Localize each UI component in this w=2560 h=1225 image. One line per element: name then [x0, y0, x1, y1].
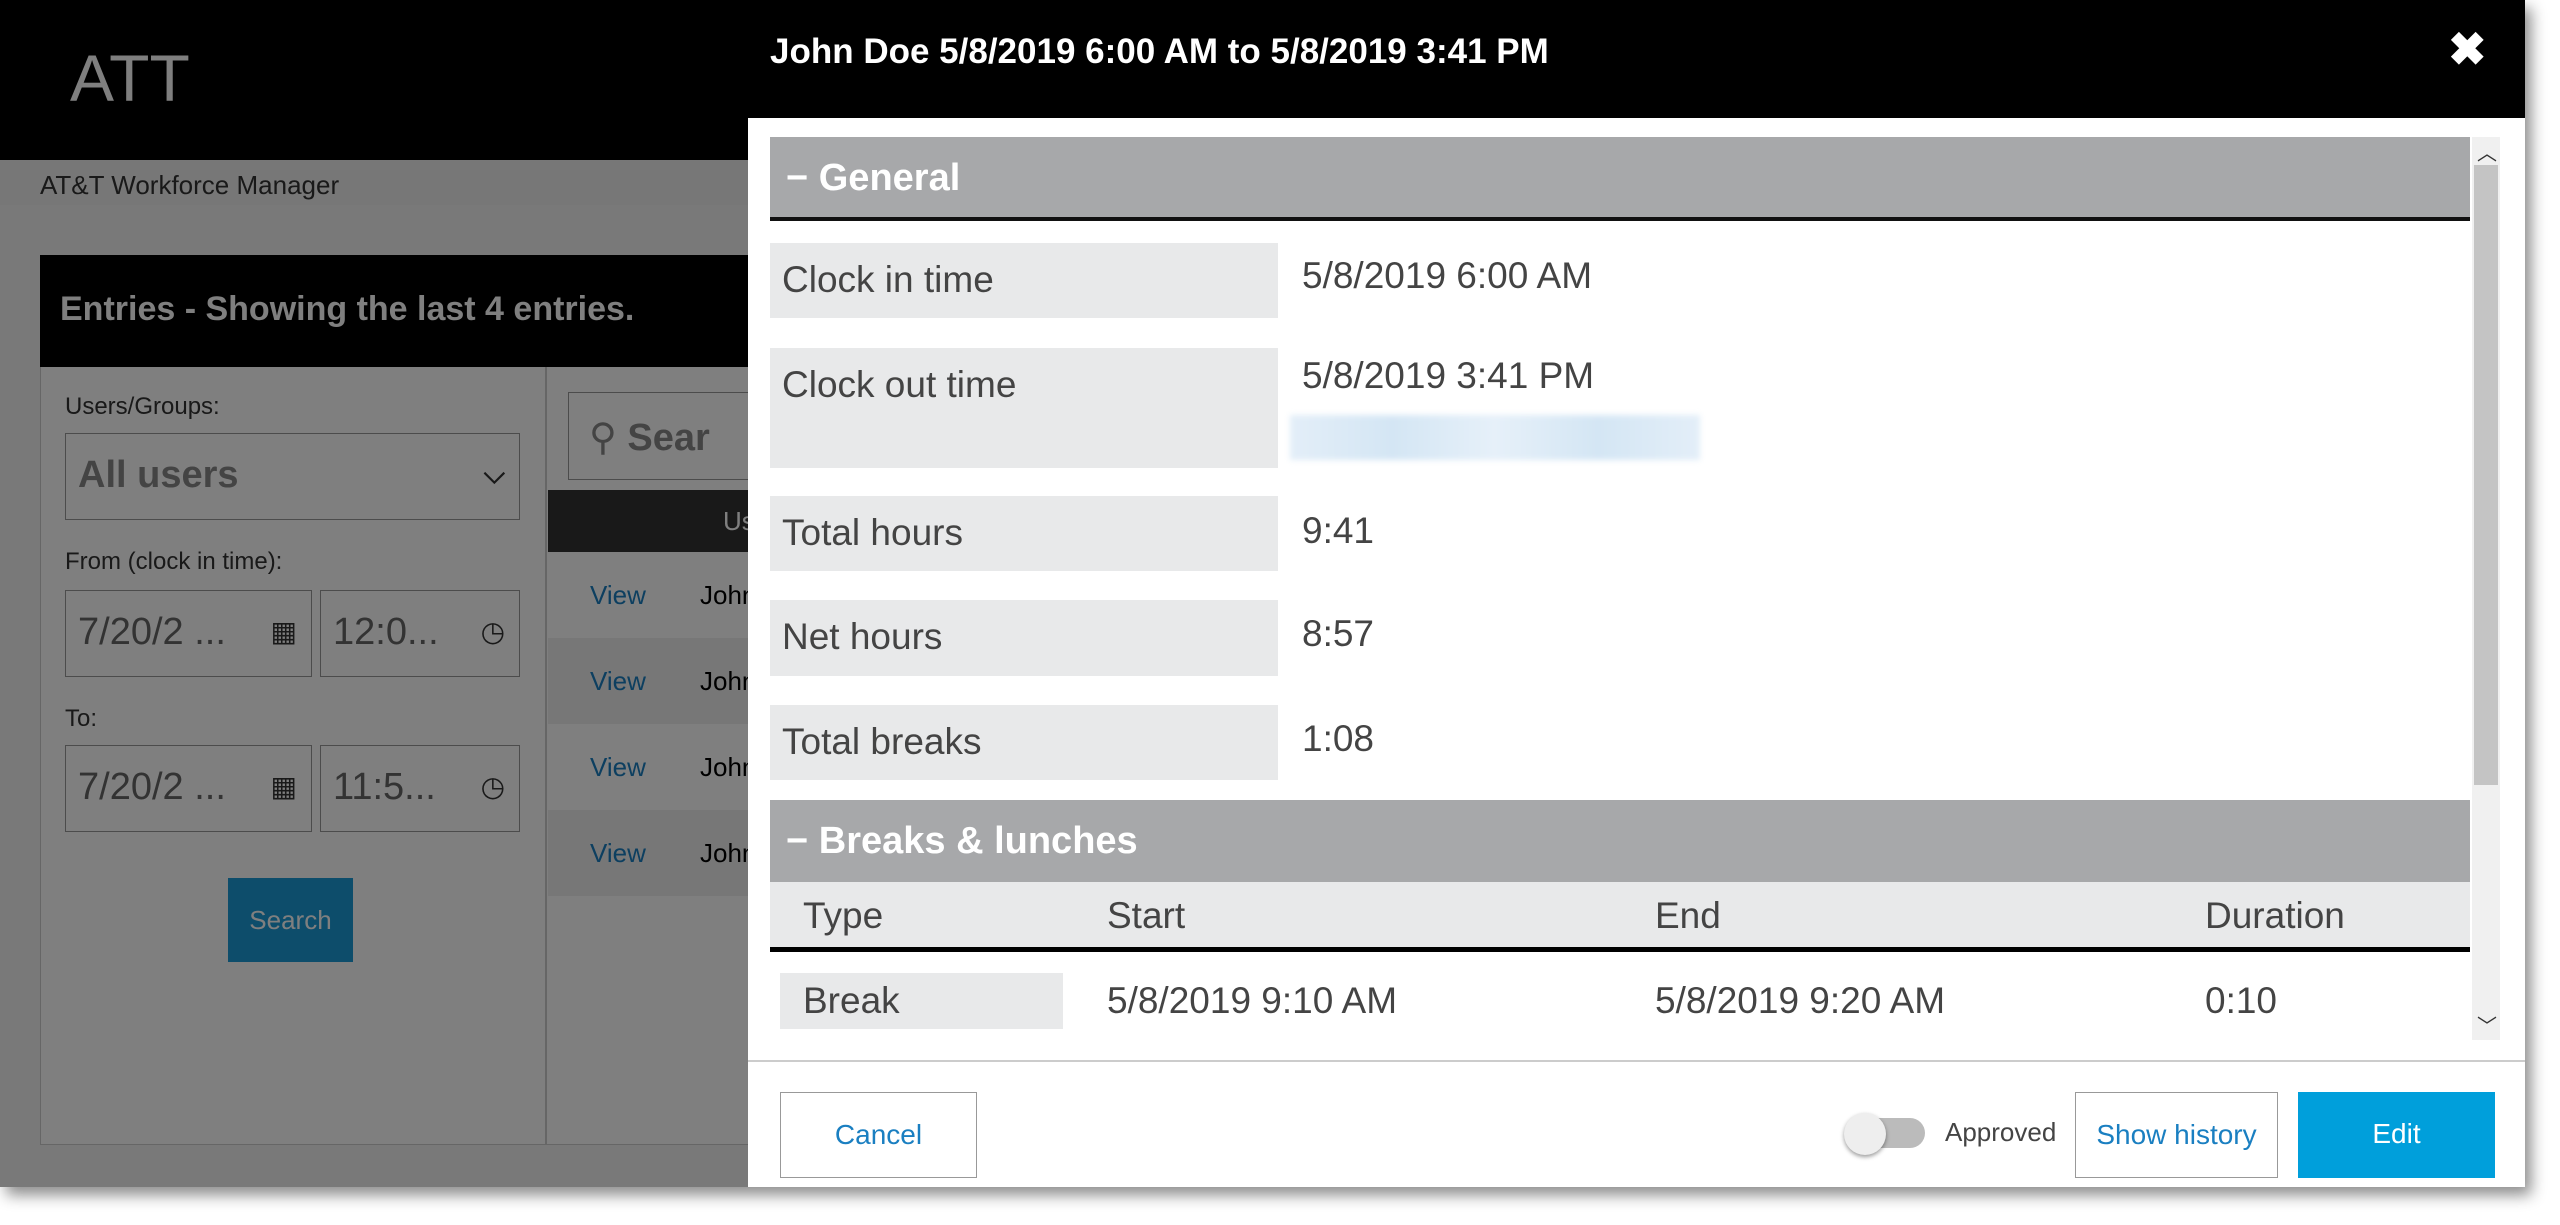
break-end: 5/8/2019 9:20 AM [1655, 980, 1946, 1021]
collapse-icon: − [786, 157, 819, 199]
section-title: General [818, 157, 961, 199]
field-label: Clock out time [770, 348, 1278, 468]
field-value: 5/8/2019 6:00 AM [1302, 255, 1593, 296]
cancel-button[interactable]: Cancel [780, 1092, 977, 1178]
redacted-location [1290, 415, 1700, 460]
field-value: 8:57 [1302, 613, 1375, 654]
scrollbar-thumb[interactable] [2474, 165, 2498, 785]
collapse-icon: − [786, 820, 819, 862]
show-history-button[interactable]: Show history [2075, 1092, 2278, 1178]
field-label: Net hours [770, 600, 1278, 676]
app-window: ATT AT&T Workforce Manager Entries - Sho… [0, 0, 2525, 1187]
column-end: End [1655, 895, 1721, 936]
break-duration: 0:10 [2205, 980, 2278, 1021]
entry-detail-modal: John Doe 5/8/2019 6:00 AM to 5/8/2019 3:… [748, 0, 2525, 1187]
field-label: Total breaks [770, 705, 1278, 780]
section-breaks[interactable]: − Breaks & lunches [770, 800, 2470, 882]
column-type: Type [803, 895, 884, 936]
toggle-knob[interactable] [1844, 1113, 1886, 1155]
column-start: Start [1107, 895, 1186, 936]
scroll-down-icon[interactable]: ﹀ [2477, 1010, 2497, 1039]
footer-divider [748, 1060, 2525, 1062]
approved-label: Approved [1945, 1117, 2057, 1147]
field-label: Clock in time [770, 243, 1278, 318]
break-start: 5/8/2019 9:10 AM [1107, 980, 1398, 1021]
edit-button[interactable]: Edit [2298, 1092, 2495, 1178]
section-general[interactable]: − General [770, 137, 2470, 221]
field-value: 9:41 [1302, 510, 1375, 551]
section-title: Breaks & lunches [818, 820, 1138, 862]
field-value: 1:08 [1302, 718, 1375, 759]
break-type: Break [803, 980, 900, 1021]
field-value: 5/8/2019 3:41 PM [1302, 355, 1595, 396]
column-duration: Duration [2205, 895, 2345, 936]
modal-title: John Doe 5/8/2019 6:00 AM to 5/8/2019 3:… [748, 0, 2525, 118]
field-label: Total hours [770, 496, 1278, 571]
scroll-up-icon[interactable]: ︿ [2477, 137, 2497, 166]
close-icon[interactable]: ✖ [2448, 22, 2487, 76]
